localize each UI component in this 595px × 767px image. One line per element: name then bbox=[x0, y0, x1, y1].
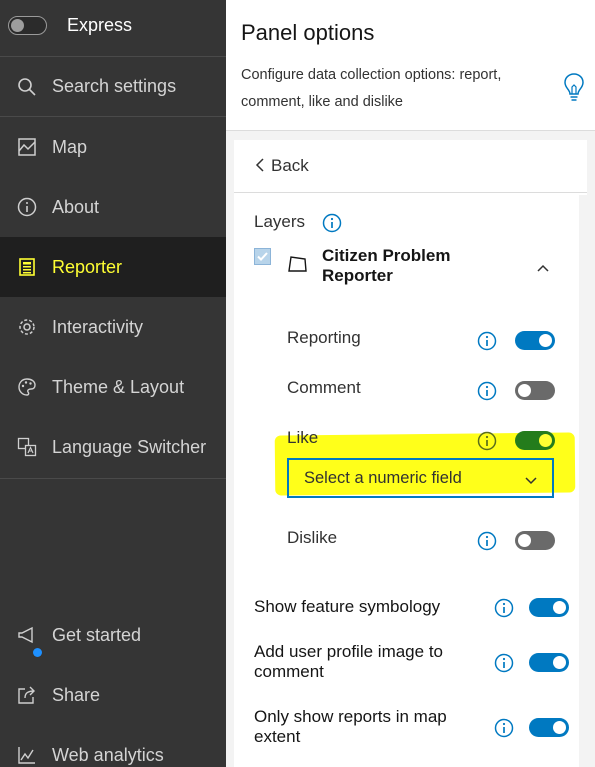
polygon-layer-icon bbox=[286, 255, 308, 278]
option-label: Reporting bbox=[287, 328, 361, 347]
toggle-knob bbox=[539, 434, 552, 447]
info-icon bbox=[16, 196, 38, 218]
sidebar-item-search-settings[interactable]: Search settings bbox=[0, 57, 226, 117]
option-row-dislike: Dislike bbox=[287, 523, 557, 553]
info-icon[interactable] bbox=[494, 718, 514, 738]
sidebar-item-label: Share bbox=[52, 684, 101, 705]
info-icon[interactable] bbox=[477, 431, 497, 451]
sidebar-item-language-switcher[interactable]: Language Switcher bbox=[0, 417, 226, 477]
gear-icon bbox=[16, 316, 38, 338]
palette-icon bbox=[16, 376, 38, 398]
express-toggle[interactable] bbox=[8, 16, 47, 35]
sidebar-item-get-started[interactable]: Get started bbox=[0, 605, 226, 665]
toggle-knob bbox=[518, 534, 531, 547]
toggle-knob bbox=[553, 601, 566, 614]
page-title: Panel options bbox=[241, 20, 375, 45]
info-icon[interactable] bbox=[477, 381, 497, 401]
sidebar-item-web-analytics[interactable]: Web analytics bbox=[0, 725, 226, 767]
profile-image-toggle[interactable] bbox=[529, 653, 569, 672]
analytics-icon bbox=[16, 744, 38, 766]
option-row-reporting: Reporting bbox=[287, 323, 557, 353]
info-icon[interactable] bbox=[322, 213, 342, 233]
back-button[interactable]: Back bbox=[234, 140, 587, 193]
info-icon[interactable] bbox=[477, 331, 497, 351]
share-icon bbox=[16, 684, 38, 706]
sidebar-item-theme-layout[interactable]: Theme & Layout bbox=[0, 357, 226, 417]
option-label: Show feature symbology bbox=[254, 597, 441, 616]
option-label: Dislike bbox=[287, 528, 338, 547]
notification-dot bbox=[33, 648, 42, 657]
toggle-knob bbox=[553, 656, 566, 669]
toggle-knob bbox=[539, 334, 552, 347]
sidebar-item-reporter[interactable]: Reporter bbox=[0, 237, 226, 297]
sidebar-item-label: Language Switcher bbox=[52, 436, 207, 457]
sidebar-item-about[interactable]: About bbox=[0, 177, 226, 237]
megaphone-icon bbox=[16, 624, 38, 646]
sidebar-divider bbox=[0, 478, 226, 479]
search-icon bbox=[16, 76, 38, 98]
reporter-icon bbox=[16, 256, 38, 278]
reporting-toggle[interactable] bbox=[515, 331, 555, 350]
main-area: Panel options Configure data collection … bbox=[226, 0, 595, 767]
lightbulb-icon[interactable] bbox=[563, 72, 585, 102]
comment-toggle[interactable] bbox=[515, 381, 555, 400]
map-extent-toggle[interactable] bbox=[529, 718, 569, 737]
sidebar-item-label: Theme & Layout bbox=[52, 376, 185, 397]
sidebar: Express Search settings Map About Report… bbox=[0, 0, 226, 767]
layer-checkbox[interactable] bbox=[254, 248, 271, 265]
sidebar-item-label: Web analytics bbox=[52, 744, 164, 765]
sidebar-item-label: Interactivity bbox=[52, 316, 144, 337]
toggle-knob bbox=[518, 384, 531, 397]
sidebar-item-label: Search settings bbox=[52, 76, 177, 96]
option-row-comment: Comment bbox=[287, 373, 557, 403]
sidebar-item-interactivity[interactable]: Interactivity bbox=[0, 297, 226, 357]
option-label: Only show reports in map extent bbox=[254, 707, 447, 746]
sidebar-item-label: Get started bbox=[52, 624, 142, 645]
scrollbar-track[interactable] bbox=[579, 195, 587, 767]
sidebar-header: Express bbox=[0, 0, 226, 57]
language-icon bbox=[16, 436, 38, 458]
toggle-knob bbox=[11, 19, 24, 32]
sidebar-item-map[interactable]: Map bbox=[0, 117, 226, 177]
symbology-toggle[interactable] bbox=[529, 598, 569, 617]
chevron-down-icon bbox=[524, 473, 538, 491]
layers-label: Layers bbox=[254, 212, 306, 231]
dislike-toggle[interactable] bbox=[515, 531, 555, 550]
option-row-like: Like bbox=[287, 423, 557, 453]
option-label: Comment bbox=[287, 378, 361, 397]
info-icon[interactable] bbox=[494, 598, 514, 618]
select-placeholder: Select a numeric field bbox=[304, 469, 462, 487]
back-label: Back bbox=[271, 156, 309, 175]
chevron-left-icon bbox=[255, 158, 265, 177]
layer-name: Citizen Problem Reporter bbox=[322, 246, 451, 285]
panel-header: Panel options Configure data collection … bbox=[226, 0, 595, 131]
info-icon[interactable] bbox=[477, 531, 497, 551]
sidebar-item-label: Map bbox=[52, 136, 88, 157]
like-toggle[interactable] bbox=[515, 431, 555, 450]
page-description: Configure data collection options: repor… bbox=[241, 67, 502, 110]
option-label: Like bbox=[287, 428, 319, 447]
toggle-knob bbox=[553, 721, 566, 734]
options-panel: Back Layers Citizen Problem Reporter Rep… bbox=[234, 140, 587, 767]
numeric-field-select[interactable]: Select a numeric field bbox=[287, 458, 554, 498]
sidebar-item-share[interactable]: Share bbox=[0, 665, 226, 725]
chevron-up-icon[interactable] bbox=[536, 260, 550, 278]
info-icon[interactable] bbox=[494, 653, 514, 673]
sidebar-item-label: About bbox=[52, 196, 100, 217]
option-label: Add user profile image to comment bbox=[254, 642, 443, 681]
map-icon bbox=[16, 136, 38, 158]
app-name: Express bbox=[67, 15, 133, 35]
sidebar-item-label: Reporter bbox=[52, 256, 123, 277]
